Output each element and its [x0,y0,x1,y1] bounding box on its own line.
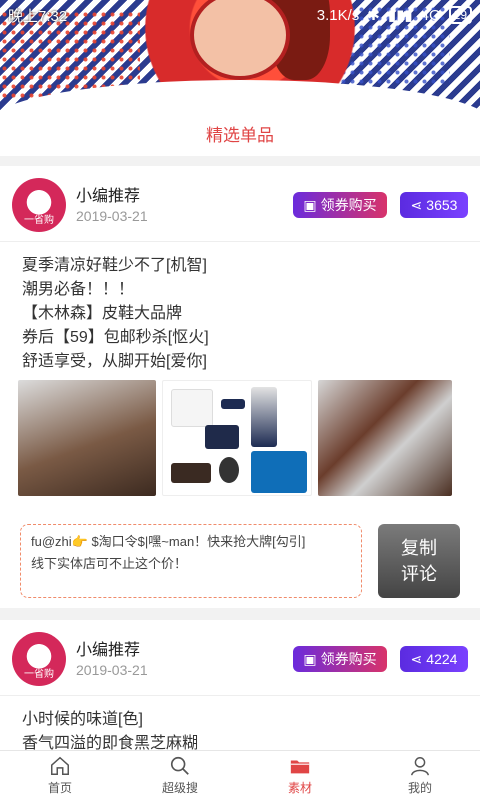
post-text: 夏季清凉好鞋少不了[机智] 潮男必备！！！ 【木林森】皮鞋大品牌 券后【59】包… [0,242,480,374]
post-line: 夏季清凉好鞋少不了[机智] [22,257,207,274]
nav-label: 素材 [287,781,312,795]
nav-item-home[interactable]: 首页 [0,751,120,800]
command-line: 线下实体店可不止这个价！ [31,556,188,571]
product-image-slippers[interactable] [318,380,452,496]
post-text: 小时候的味道[色] 香气四溢的即食黑芝麻糊 [0,696,480,750]
share-count: 3653 [426,197,458,213]
post-date: 2019-03-21 [76,662,148,678]
status-time: 晚上7:32 [8,7,68,25]
avatar-text: 一省购 [24,669,54,680]
bottom-nav: 首页 超级搜 素材 我的 [0,750,480,800]
post-line: 潮男必备！！！ [22,281,135,298]
post-line: 小时候的味道[色] [22,711,143,728]
folder-icon [290,760,310,774]
coupon-label: 领券购买 [320,197,377,213]
shoes-image [171,463,211,483]
model-image [251,387,277,447]
nav-item-search[interactable]: 超级搜 [120,751,240,800]
signal-icon: ▮▮▮ [387,7,413,24]
shorts-image [205,425,239,449]
coupon-icon: ▣ [303,650,317,667]
coupon-button[interactable]: ▣ 领券购买 [293,192,387,218]
nav-label: 我的 [407,781,432,795]
comment-label: 评论 [401,564,437,584]
avatar: 一省购 [12,632,66,686]
share-icon: ⋖ [410,650,423,667]
coupon-button[interactable]: ▣ 领券购买 [293,646,387,672]
post-header: 一省购 小编推荐 2019-03-21 ▣ 领券购买 ⋖ 3653 [0,166,480,242]
post-author: 小编推荐 [76,188,141,205]
network-speed: 3.1K/s [316,6,360,24]
post-card: 一省购 小编推荐 2019-03-21 ▣ 领券购买 ⋖ 4224 小时候的味道… [0,620,480,750]
share-icon: ⋖ [410,196,423,213]
post-images [18,380,458,496]
avatar: 一省购 [12,178,66,232]
nav-label: 首页 [47,781,72,795]
post-date: 2019-03-21 [76,208,148,224]
shirt-image [171,389,213,427]
command-line: fu@zhi👉 $淘口令$|嘿~man！快来抢大牌[勾引] [31,534,306,549]
avatar-text: 一省购 [24,215,54,226]
promo-image [251,451,307,493]
copy-label: 复制 [401,538,437,558]
nav-item-materials[interactable]: 素材 [240,751,360,800]
section-title: 精选单品 [0,110,480,156]
search-icon [170,756,189,775]
command-box[interactable]: fu@zhi👉 $淘口令$|嘿~man！快来抢大牌[勾引] 线下实体店可不止这个… [20,524,362,598]
share-count: 4224 [426,651,458,667]
status-bar: 晚上7:32 3.1K/s ✱ ▮▮▮ 4G 29 [0,0,480,30]
share-button[interactable]: ⋖ 4224 [400,646,468,672]
product-image-outfit[interactable] [162,380,312,496]
bluetooth-icon: ✱ [367,7,380,24]
home-icon [51,756,69,775]
watch-image [219,457,239,483]
post-header: 一省购 小编推荐 2019-03-21 ▣ 领券购买 ⋖ 4224 [0,620,480,696]
post-line: 香气四溢的即食黑芝麻糊 [22,735,199,750]
nav-item-mine[interactable]: 我的 [360,751,480,800]
post-line: 舒适享受，从脚开始[爱你] [22,353,207,370]
network-type: 4G [420,6,441,24]
post-card: 一省购 小编推荐 2019-03-21 ▣ 领券购买 ⋖ 3653 夏季清凉好鞋… [0,166,480,608]
post-author: 小编推荐 [76,642,141,659]
post-line: 【木林森】皮鞋大品牌 [22,305,183,322]
copy-comment-button[interactable]: 复制 评论 [378,524,460,598]
bowtie-image [221,399,245,409]
battery-icon: 29 [448,6,472,24]
coupon-icon: ▣ [303,196,317,213]
coupon-label: 领券购买 [320,651,377,667]
product-image-sandal[interactable] [18,380,156,496]
status-right: 3.1K/s ✱ ▮▮▮ 4G 29 [317,6,472,24]
post-line: 券后【59】包邮秒杀[怄火] [22,329,209,346]
user-icon [411,757,429,776]
share-button[interactable]: ⋖ 3653 [400,192,468,218]
nav-label: 超级搜 [161,781,198,795]
